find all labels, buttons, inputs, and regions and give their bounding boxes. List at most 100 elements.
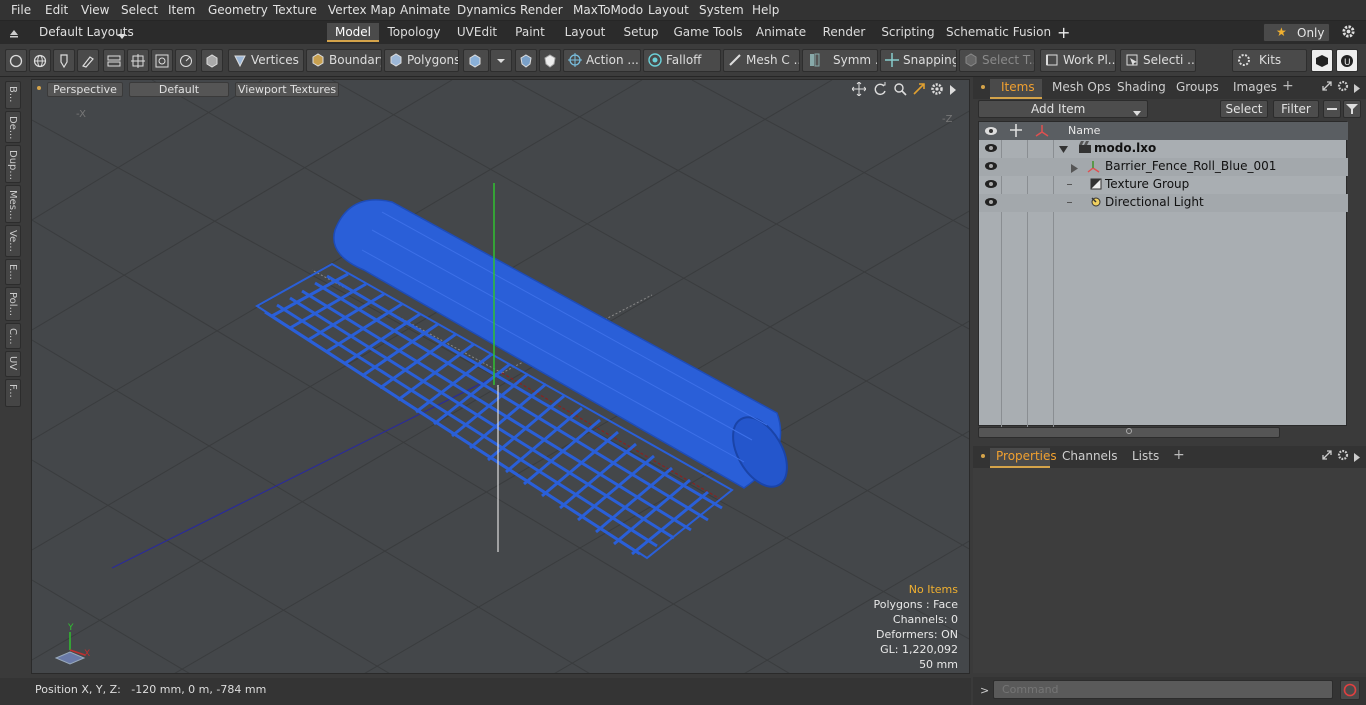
select-through-button[interactable]: Select T...	[959, 49, 1035, 72]
eye-header-icon[interactable]	[984, 125, 998, 139]
left-tab-mesh-edit[interactable]: Mes...	[5, 185, 21, 223]
menu-item[interactable]: Item	[168, 3, 195, 17]
left-tab-deform[interactable]: De...	[5, 111, 21, 143]
work-plane-button[interactable]: Work Pl...	[1040, 49, 1116, 72]
render-header-icon[interactable]	[1035, 124, 1049, 140]
item-mode-button[interactable]	[201, 49, 223, 72]
command-input[interactable]	[993, 680, 1333, 699]
tab-shading[interactable]: Shading	[1117, 79, 1166, 96]
scale-button[interactable]	[151, 49, 173, 72]
kits-button[interactable]: Kits	[1232, 49, 1307, 72]
symmetry-toggle[interactable]	[515, 49, 537, 72]
menu-view[interactable]: View	[81, 3, 109, 17]
left-tab-basic[interactable]: B...	[5, 81, 21, 109]
only-toggle[interactable]: ★ Only	[1263, 23, 1330, 42]
add-panel-tab-icon[interactable]: +	[1282, 78, 1294, 94]
menu-render[interactable]: Render	[520, 3, 563, 17]
material-dropdown[interactable]	[490, 49, 512, 72]
add-tab-icon[interactable]: +	[1057, 23, 1070, 42]
menu-maxtomodo[interactable]: MaxToModo	[573, 3, 643, 17]
tab-properties[interactable]: Properties	[996, 448, 1057, 465]
menu-layout[interactable]: Layout	[648, 3, 689, 17]
maximize-icon[interactable]	[912, 82, 926, 99]
viewport-menu-arrow-icon[interactable]	[949, 84, 957, 98]
tab-lists[interactable]: Lists	[1132, 448, 1159, 465]
viewport-gear-icon[interactable]	[930, 82, 944, 99]
menu-animate[interactable]: Animate	[400, 3, 450, 17]
collapse-icon[interactable]	[8, 26, 20, 38]
collapsed-arrow-icon[interactable]	[1071, 162, 1078, 176]
eye-icon[interactable]	[984, 160, 998, 174]
menu-edit[interactable]: Edit	[45, 3, 68, 17]
left-tab-polygon[interactable]: Pol...	[5, 287, 21, 321]
snapping-button[interactable]: Snapping	[880, 49, 957, 72]
eye-icon[interactable]	[984, 196, 998, 210]
tab-schematic-fusion[interactable]: Schematic Fusion	[946, 23, 1051, 42]
left-tab-duplicate[interactable]: Dup...	[5, 145, 21, 183]
select-button[interactable]: Select	[1220, 100, 1268, 118]
shading-button[interactable]: Default	[129, 82, 229, 97]
align-button[interactable]	[103, 49, 125, 72]
tab-topology[interactable]: Topology	[384, 23, 444, 42]
add-item-button[interactable]: Add Item	[978, 100, 1148, 118]
left-tab-vertex[interactable]: Ve...	[5, 225, 21, 257]
chevron-down-icon[interactable]	[118, 29, 126, 43]
expand-arrow-icon[interactable]	[1059, 143, 1068, 157]
action-button[interactable]: Action ...	[563, 49, 641, 72]
panel-arrow-icon[interactable]	[1354, 82, 1360, 96]
globe-button[interactable]	[29, 49, 51, 72]
tab-model[interactable]: Model	[327, 23, 379, 42]
mesh-constraint-button[interactable]: Mesh C ...	[723, 49, 800, 72]
symmetry-button[interactable]: Symm ...	[802, 49, 878, 72]
item-row-scene[interactable]: modo.lxo	[979, 140, 1348, 158]
left-tab-edge[interactable]: E...	[5, 259, 21, 285]
menu-vertex-map[interactable]: Vertex Map	[328, 3, 396, 17]
panel-gear-icon[interactable]	[1337, 449, 1349, 464]
menu-select[interactable]: Select	[121, 3, 158, 17]
panel-expand-icon[interactable]	[1321, 80, 1333, 95]
menu-dynamics[interactable]: Dynamics	[457, 3, 516, 17]
panel-gear-icon[interactable]	[1337, 80, 1349, 95]
add-panel-tab-icon[interactable]: +	[1173, 447, 1185, 463]
3d-viewport[interactable]: -X -Z Y X Perspective Default Viewport T…	[31, 79, 970, 674]
zoom-icon[interactable]	[893, 82, 907, 99]
item-row-mesh[interactable]: Barrier_Fence_Roll_Blue_001	[979, 158, 1348, 176]
menu-texture[interactable]: Texture	[273, 3, 317, 17]
gear-icon[interactable]	[1341, 24, 1356, 42]
panel-expand-icon[interactable]	[1321, 449, 1333, 464]
brush-button[interactable]	[77, 49, 99, 72]
tab-scripting[interactable]: Scripting	[878, 23, 938, 42]
selection-sets-button[interactable]: Selecti ...	[1120, 49, 1196, 72]
menu-file[interactable]: File	[11, 3, 31, 17]
tab-setup[interactable]: Setup	[618, 23, 664, 42]
left-tab-uv[interactable]: UV	[5, 351, 21, 377]
material-button[interactable]	[463, 49, 489, 72]
polygons-button[interactable]: Polygons	[384, 49, 459, 72]
tab-images[interactable]: Images	[1233, 79, 1277, 96]
add-item-chevron-icon[interactable]	[1133, 106, 1141, 120]
pan-icon[interactable]	[851, 81, 867, 99]
menu-geometry[interactable]: Geometry	[208, 3, 268, 17]
tab-groups[interactable]: Groups	[1176, 79, 1219, 96]
select-mode-button[interactable]	[5, 49, 27, 72]
center-toggle[interactable]	[539, 49, 561, 72]
tab-layout[interactable]: Layout	[559, 23, 611, 42]
boundary-button[interactable]: Boundary	[306, 49, 382, 72]
unity-button[interactable]	[1311, 49, 1333, 72]
panel-arrow-icon[interactable]	[1354, 451, 1360, 465]
rotate-view-icon[interactable]	[873, 82, 887, 99]
eye-icon[interactable]	[984, 178, 998, 192]
rotate-button[interactable]	[175, 49, 197, 72]
perspective-button[interactable]: Perspective	[47, 82, 123, 97]
move-button[interactable]	[127, 49, 149, 72]
scroll-handle-icon[interactable]	[1126, 428, 1132, 434]
left-tab-curve[interactable]: C...	[5, 323, 21, 349]
menu-system[interactable]: System	[699, 3, 744, 17]
tab-mesh-ops[interactable]: Mesh Ops	[1052, 79, 1111, 96]
item-row-light[interactable]: Directional Light	[979, 194, 1348, 212]
lock-header-icon[interactable]	[1010, 124, 1022, 140]
tab-render[interactable]: Render	[818, 23, 870, 42]
unreal-button[interactable]: U	[1336, 49, 1358, 72]
eye-icon[interactable]	[984, 142, 998, 156]
tab-uvedit[interactable]: UVEdit	[452, 23, 502, 42]
